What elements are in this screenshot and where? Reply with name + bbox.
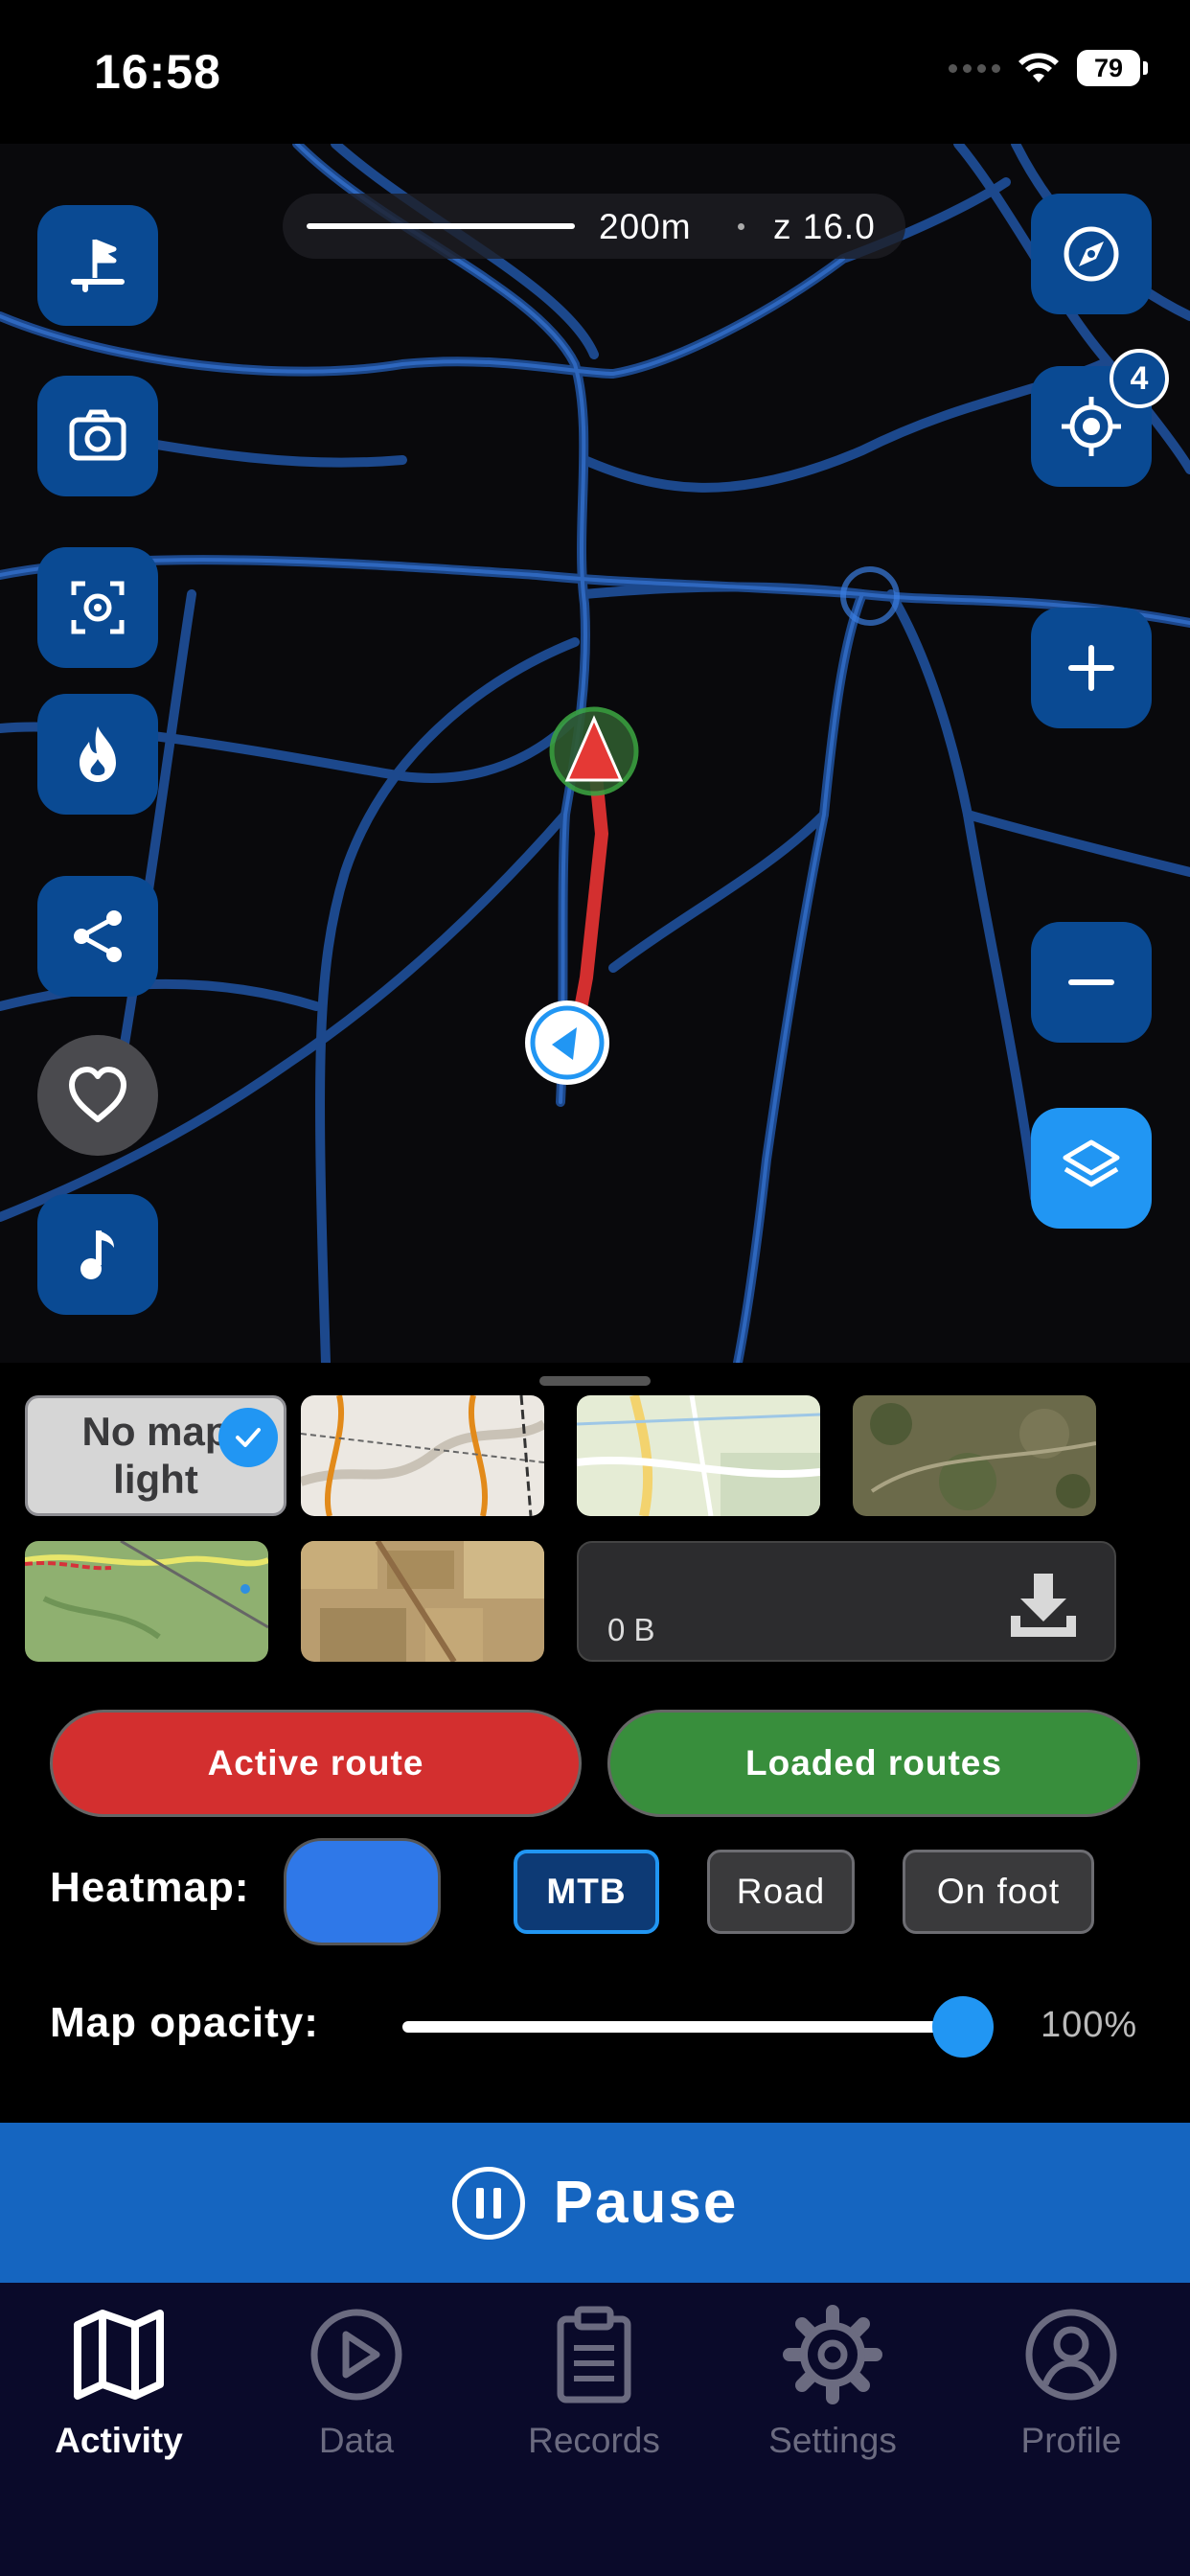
gear-icon — [783, 2305, 882, 2404]
loaded-routes-button[interactable]: Loaded routes — [607, 1710, 1140, 1817]
map-opacity-slider-thumb[interactable] — [932, 1996, 994, 2058]
pause-label: Pause — [553, 2170, 739, 2236]
scan-button[interactable] — [37, 547, 158, 668]
map-style-outdoor[interactable] — [25, 1541, 268, 1662]
separator-dot — [738, 223, 744, 230]
layers-button[interactable] — [1031, 1108, 1152, 1229]
heatmap-button[interactable] — [37, 694, 158, 815]
flag-icon — [71, 239, 125, 292]
favorite-button[interactable] — [37, 1035, 158, 1156]
scale-label: 200m — [599, 207, 692, 246]
selected-check-icon — [218, 1408, 278, 1467]
map-icon — [74, 2310, 164, 2400]
download-icon — [1011, 1574, 1076, 1637]
locate-icon — [1062, 397, 1121, 456]
map-layers-sheet: No map light 0 B Active route Loaded rou… — [0, 1363, 1190, 2123]
offline-map-download[interactable]: 0 B — [577, 1541, 1116, 1662]
tab-label: Data — [318, 2421, 395, 2460]
share-button[interactable] — [37, 876, 158, 997]
map-style-no-map-light[interactable]: No map light — [25, 1395, 286, 1516]
status-time: 16:58 — [94, 45, 221, 99]
tab-label: Activity — [55, 2421, 183, 2460]
zoom-in-button[interactable] — [1031, 608, 1152, 728]
tab-records[interactable]: Records — [475, 2302, 713, 2494]
music-icon — [80, 1230, 114, 1279]
music-button[interactable] — [37, 1194, 158, 1315]
active-route-line — [568, 750, 609, 1046]
compass-button[interactable] — [1031, 194, 1152, 314]
compass-icon — [1064, 226, 1119, 282]
heatmap-label: Heatmap: — [50, 1864, 250, 1911]
zoom-level: z 16.0 — [773, 207, 876, 246]
status-indicators: 79 — [949, 50, 1148, 86]
tab-data[interactable]: Data — [238, 2302, 475, 2494]
camera-icon — [69, 409, 126, 461]
scale-bar — [307, 223, 575, 229]
cellular-signal-icon — [949, 63, 1000, 73]
map-style-satellite[interactable] — [853, 1395, 1096, 1516]
pause-button[interactable]: Pause — [0, 2123, 1190, 2283]
clipboard-icon — [557, 2306, 631, 2404]
user-icon — [1025, 2309, 1117, 2401]
destination-marker — [549, 706, 639, 796]
camera-button[interactable] — [37, 376, 158, 496]
heatmap-option-road[interactable]: Road — [707, 1850, 855, 1934]
map-view[interactable]: 200m z 16.0 4 — [0, 144, 1190, 1363]
tab-settings[interactable]: Settings — [714, 2302, 951, 2494]
map-opacity-value: 100% — [1041, 2005, 1138, 2045]
tab-label: Records — [528, 2421, 660, 2460]
fire-icon — [80, 726, 116, 782]
gps-count-badge: 4 — [1110, 349, 1169, 408]
scan-icon — [71, 581, 125, 634]
heatmap-roads — [0, 144, 1190, 1363]
tab-profile[interactable]: Profile — [952, 2302, 1190, 2494]
share-icon — [74, 910, 122, 962]
map-scale-indicator: 200m z 16.0 — [283, 194, 905, 259]
sheet-drag-handle[interactable] — [539, 1376, 651, 1386]
layers-icon — [1063, 1139, 1120, 1187]
tab-activity[interactable]: Activity — [0, 2302, 238, 2494]
tab-label: Profile — [1020, 2421, 1122, 2460]
map-opacity-slider-track[interactable] — [402, 2021, 963, 2033]
current-position-marker — [525, 1000, 609, 1085]
heatmap-option-mtb[interactable]: MTB — [514, 1850, 659, 1934]
map-style-street[interactable] — [577, 1395, 820, 1516]
map-style-aerial[interactable] — [301, 1541, 544, 1662]
download-size: 0 B — [607, 1612, 655, 1647]
bottom-tab-bar: Activity Data Records Settings Profile — [0, 2283, 1190, 2576]
active-route-button[interactable]: Active route — [50, 1710, 582, 1817]
locate-button[interactable]: 4 — [1031, 349, 1169, 487]
plus-icon — [1068, 645, 1114, 691]
status-bar: 16:58 79 — [0, 0, 1190, 144]
tab-label: Settings — [768, 2421, 897, 2460]
zoom-out-button[interactable] — [1031, 922, 1152, 1043]
heatmap-color-picker[interactable] — [284, 1838, 441, 1945]
heart-icon — [69, 1067, 126, 1122]
battery-indicator: 79 — [1077, 50, 1148, 86]
pause-icon — [451, 2166, 525, 2240]
waypoint-flag-button[interactable] — [37, 205, 158, 326]
minus-icon — [1068, 979, 1114, 985]
play-icon — [310, 2309, 402, 2401]
map-style-label: No map light — [81, 1409, 230, 1502]
map-style-topo[interactable] — [301, 1395, 544, 1516]
map-opacity-label: Map opacity: — [50, 1999, 319, 2046]
heatmap-option-on-foot[interactable]: On foot — [903, 1850, 1094, 1934]
wifi-icon — [1018, 53, 1059, 82]
